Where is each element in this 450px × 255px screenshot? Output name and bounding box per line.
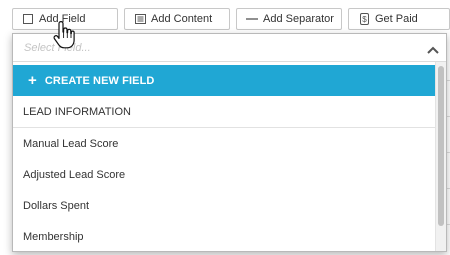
create-new-field-option[interactable]: + CREATE NEW FIELD — [13, 65, 437, 96]
option-membership[interactable]: Membership — [13, 221, 437, 251]
option-adjusted-lead-score[interactable]: Adjusted Lead Score — [13, 159, 437, 190]
dropdown-scrollbar[interactable] — [435, 62, 446, 251]
plus-icon: + — [28, 72, 37, 89]
field-select-dropdown: + CREATE NEW FIELD LEAD INFORMATION Manu… — [12, 33, 447, 252]
add-content-button[interactable]: Add Content — [124, 8, 230, 30]
add-content-label: Add Content — [151, 13, 213, 25]
content-icon — [134, 13, 146, 25]
dollar-icon: $ — [358, 13, 370, 25]
get-paid-button[interactable]: $ Get Paid — [348, 8, 450, 30]
add-separator-label: Add Separator — [263, 13, 334, 25]
svg-text:$: $ — [362, 15, 367, 24]
checkbox-icon — [22, 13, 34, 25]
chevron-up-icon[interactable] — [426, 42, 440, 54]
create-new-field-label: CREATE NEW FIELD — [44, 74, 155, 87]
group-header-lead-information: LEAD INFORMATION — [13, 96, 437, 128]
field-options-list: + CREATE NEW FIELD LEAD INFORMATION Manu… — [13, 65, 437, 251]
separator-icon — [246, 13, 258, 25]
get-paid-label: Get Paid — [375, 13, 418, 25]
hand-cursor-icon — [53, 21, 75, 49]
option-manual-lead-score[interactable]: Manual Lead Score — [13, 128, 437, 159]
option-dollars-spent[interactable]: Dollars Spent — [13, 190, 437, 221]
search-row — [13, 34, 446, 62]
scrollbar-thumb[interactable] — [438, 66, 444, 226]
add-separator-button[interactable]: Add Separator — [236, 8, 342, 30]
